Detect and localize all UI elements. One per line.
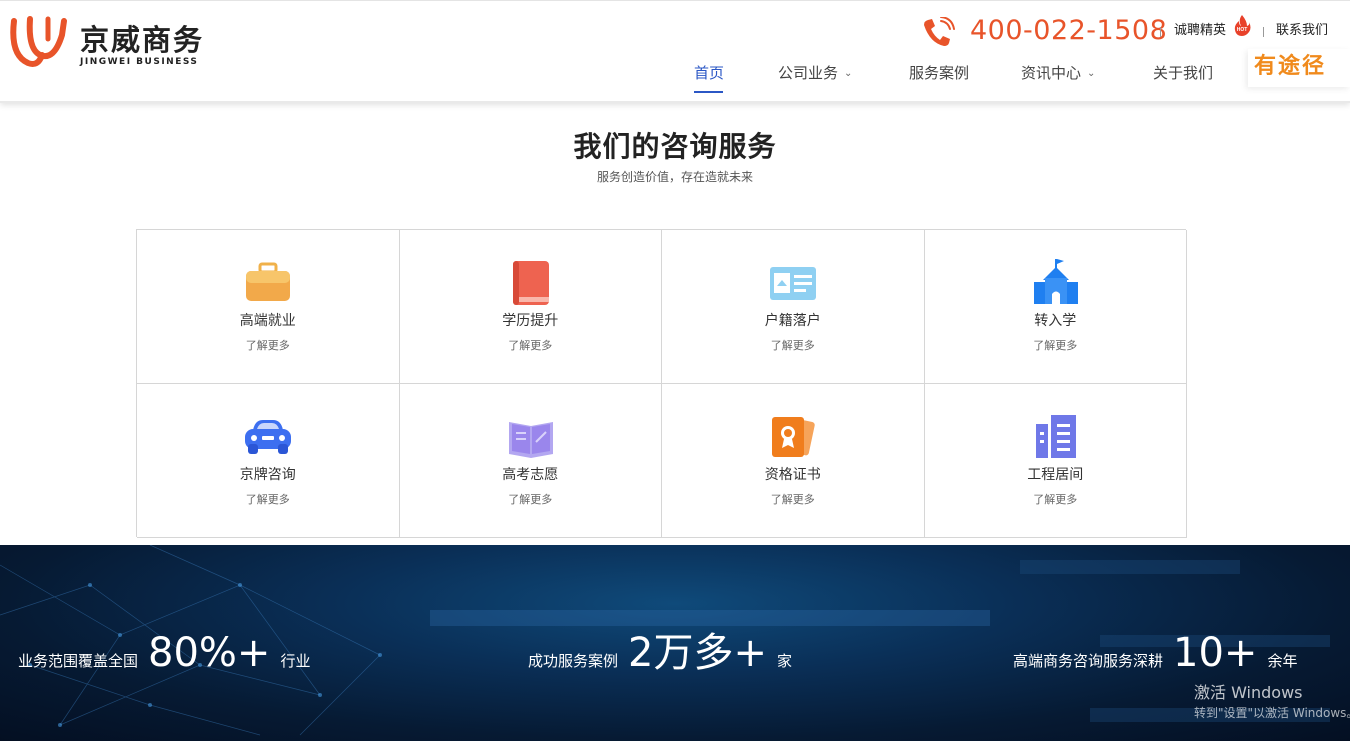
stat-unit: 余年 xyxy=(1267,652,1298,670)
site-header: 京威商务 JINGWEI BUSINESS 400-022-1508 诚聘精英 … xyxy=(0,0,1350,103)
brand-badge-text: 有途径 xyxy=(1254,54,1327,79)
phone-number[interactable]: 400-022-1508 xyxy=(970,13,1167,49)
nav-item-news[interactable]: 资讯中心 ⌄ xyxy=(1021,61,1095,86)
services-grid: 高端就业 了解更多 学历提升 了解更多 户籍落户 了解更多 转入学 了解更多 京… xyxy=(136,229,1187,538)
chevron-down-icon: ⌄ xyxy=(1087,68,1096,79)
service-label: 京牌咨询 xyxy=(239,467,296,483)
chevron-down-icon: ⌄ xyxy=(844,68,853,79)
stat-label: 业务范围覆盖全国 xyxy=(18,652,139,670)
contact-link[interactable]: 联系我们 xyxy=(1276,21,1328,41)
learn-more-link[interactable]: 了解更多 xyxy=(137,338,399,354)
nav-item-label: 公司业务 xyxy=(778,64,839,82)
learn-more-link[interactable]: 了解更多 xyxy=(400,492,662,508)
learn-more-link[interactable]: 了解更多 xyxy=(925,492,1187,508)
learn-more-link[interactable]: 了解更多 xyxy=(662,492,924,508)
nav-item-label: 资讯中心 xyxy=(1021,64,1082,82)
learn-more-link[interactable]: 了解更多 xyxy=(925,338,1187,354)
nav-item-business[interactable]: 公司业务 ⌄ xyxy=(778,61,852,86)
nav-item-label: 服务案例 xyxy=(909,64,970,82)
building-icon xyxy=(1035,415,1076,458)
service-card-college-application[interactable]: 高考志愿 了解更多 xyxy=(399,384,662,538)
learn-more-link[interactable]: 了解更多 xyxy=(400,338,662,354)
stat-unit: 行业 xyxy=(280,652,311,670)
service-label: 资格证书 xyxy=(764,467,821,483)
nav-active-indicator xyxy=(694,91,723,93)
windows-activation-title: 激活 Windows xyxy=(1194,683,1303,702)
learn-more-link[interactable]: 了解更多 xyxy=(662,338,924,354)
windows-activation-subtitle: 转到"设置"以激活 Windows。 xyxy=(1194,706,1350,720)
briefcase-icon xyxy=(246,262,290,301)
section-title: 我们的咨询服务 xyxy=(573,130,777,163)
nav-item-cases[interactable]: 服务案例 xyxy=(909,61,969,85)
divider xyxy=(1160,27,1161,37)
logo-mark-icon xyxy=(10,16,67,67)
service-label: 户籍落户 xyxy=(764,313,821,329)
logo-text-en: JINGWEI BUSINESS xyxy=(80,57,199,67)
service-card-education[interactable]: 学历提升 了解更多 xyxy=(399,230,662,384)
stat-coverage: 业务范围覆盖全国 80%+ 行业 xyxy=(18,629,310,677)
brand-badge[interactable]: 有途径 xyxy=(1248,49,1350,87)
service-card-household[interactable]: 户籍落户 了解更多 xyxy=(662,230,925,384)
logo-text-cn: 京威商务 xyxy=(80,23,205,57)
stat-value: 80%+ xyxy=(148,630,271,676)
car-icon xyxy=(245,420,291,454)
service-card-employment[interactable]: 高端就业 了解更多 xyxy=(137,230,400,384)
stats-banner: 业务范围覆盖全国 80%+ 行业 成功服务案例 2万多+ 家 高端商务咨询服务深耕 10+… xyxy=(0,545,1350,741)
divider xyxy=(1263,27,1264,37)
stat-label: 成功服务案例 xyxy=(528,652,619,670)
nav-item-home[interactable]: 首页 xyxy=(694,61,724,85)
id-card-icon xyxy=(770,267,816,300)
section-subtitle: 服务创造价值，存在造就未来 xyxy=(596,170,753,184)
stat-cases: 成功服务案例 2万多+ 家 xyxy=(528,629,792,677)
service-label: 高端就业 xyxy=(239,313,296,329)
stat-years: 高端商务咨询服务深耕 10+ 余年 xyxy=(1013,629,1297,677)
service-label: 工程居间 xyxy=(1027,467,1084,483)
nav-item-label: 首页 xyxy=(694,64,725,82)
company-logo[interactable]: 京威商务 JINGWEI BUSINESS xyxy=(8,15,208,71)
learn-more-link[interactable]: 了解更多 xyxy=(137,492,399,508)
stat-value: 2万多+ xyxy=(628,630,767,676)
open-book-icon xyxy=(508,422,553,458)
hot-flame-icon: HOT xyxy=(1234,15,1251,36)
service-label: 高考志愿 xyxy=(502,467,559,483)
service-card-license-plate[interactable]: 京牌咨询 了解更多 xyxy=(137,384,400,538)
school-icon xyxy=(1033,259,1078,304)
service-card-engineering[interactable]: 工程居间 了解更多 xyxy=(924,384,1187,538)
service-card-certificate[interactable]: 资格证书 了解更多 xyxy=(662,384,925,538)
nav-item-about[interactable]: 关于我们 xyxy=(1153,61,1213,85)
certificate-icon xyxy=(772,417,815,457)
nav-item-label: 关于我们 xyxy=(1153,64,1214,82)
recruit-link[interactable]: 诚聘精英 xyxy=(1174,21,1226,41)
hot-badge-text: HOT xyxy=(1237,27,1248,33)
service-card-school-transfer[interactable]: 转入学 了解更多 xyxy=(924,230,1187,384)
service-label: 转入学 xyxy=(1034,313,1077,329)
service-label: 学历提升 xyxy=(502,313,559,329)
stat-value: 10+ xyxy=(1173,630,1258,676)
stat-label: 高端商务咨询服务深耕 xyxy=(1013,652,1164,670)
book-icon xyxy=(512,261,549,305)
stat-unit: 家 xyxy=(776,652,792,670)
phone-icon xyxy=(924,17,955,46)
